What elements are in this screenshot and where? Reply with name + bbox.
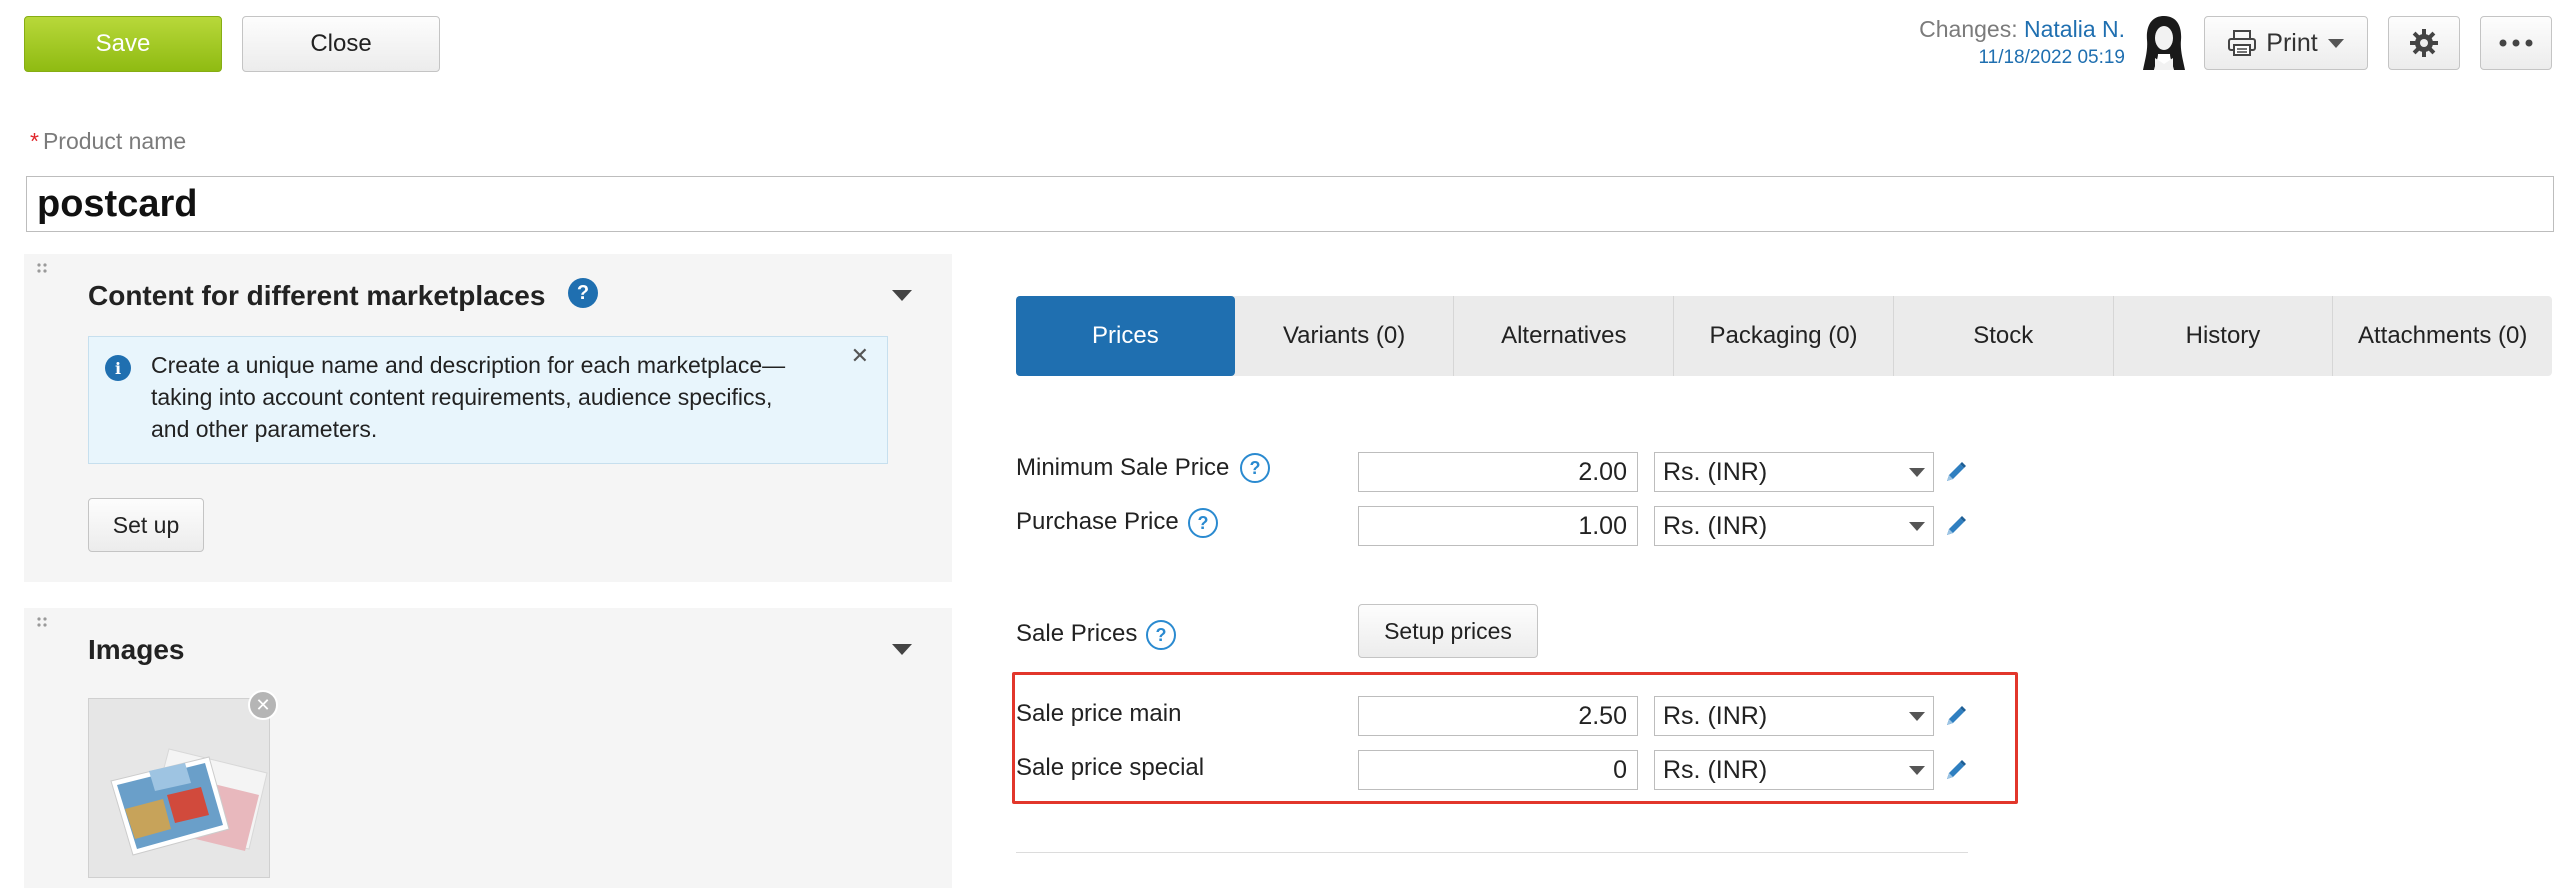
purchase-price-input[interactable]: 1.00 xyxy=(1358,506,1638,546)
help-icon[interactable]: ? xyxy=(1240,453,1270,483)
pencil-icon[interactable] xyxy=(1944,704,1968,728)
caret-down-icon xyxy=(1909,521,1925,531)
tab-variants[interactable]: Variants (0) xyxy=(1235,296,1455,376)
min-sale-currency-select[interactable]: Rs. (INR) xyxy=(1654,452,1934,492)
sale-special-currency-select[interactable]: Rs. (INR) xyxy=(1654,750,1934,790)
sale-price-main-label: Sale price main xyxy=(1016,700,1182,727)
avatar-icon[interactable] xyxy=(2140,14,2188,72)
product-image-thumbnail[interactable] xyxy=(88,698,270,878)
caret-down-icon xyxy=(1909,765,1925,775)
purchase-price-label: Purchase Price xyxy=(1016,508,1179,535)
sale-price-special-label: Sale price special xyxy=(1016,754,1205,781)
print-button[interactable]: Print xyxy=(2204,16,2368,70)
tab-stock[interactable]: Stock xyxy=(1894,296,2114,376)
required-marker: * xyxy=(30,128,39,154)
caret-down-icon xyxy=(1909,467,1925,477)
settings-button[interactable] xyxy=(2388,16,2460,70)
currency-value: Rs. (INR) xyxy=(1663,701,1768,730)
tabs-bar: Prices Variants (0) Alternatives Packagi… xyxy=(1016,296,2552,376)
product-name-label: * Product name xyxy=(30,128,187,154)
pencil-icon[interactable] xyxy=(1944,758,1968,782)
changes-date: 11/18/2022 05:19 xyxy=(1978,47,2125,68)
currency-value: Rs. (INR) xyxy=(1663,457,1768,486)
info-box: i Create a unique name and description f… xyxy=(88,336,888,464)
setup-button[interactable]: Set up xyxy=(88,498,204,552)
tab-packaging[interactable]: Packaging (0) xyxy=(1674,296,1894,376)
setup-prices-button[interactable]: Setup prices xyxy=(1358,604,1538,658)
pencil-icon[interactable] xyxy=(1944,460,1968,484)
tab-alternatives[interactable]: Alternatives xyxy=(1454,296,1675,376)
close-button[interactable]: Close xyxy=(242,16,440,72)
help-icon[interactable]: ? xyxy=(568,278,598,308)
help-icon[interactable]: ? xyxy=(1146,620,1176,650)
tab-attachments[interactable]: Attachments (0) xyxy=(2333,296,2552,376)
divider xyxy=(1016,852,1968,853)
min-sale-price-input[interactable]: 2.00 xyxy=(1358,452,1638,492)
printer-icon xyxy=(2228,30,2257,56)
product-name-input[interactable]: postcard xyxy=(26,176,2554,232)
tab-history[interactable]: History xyxy=(2114,296,2334,376)
sale-main-currency-select[interactable]: Rs. (INR) xyxy=(1654,696,1934,736)
info-icon: i xyxy=(105,355,131,381)
info-text: Create a unique name and description for… xyxy=(151,352,786,442)
currency-value: Rs. (INR) xyxy=(1663,755,1768,784)
caret-down-icon[interactable] xyxy=(892,644,912,655)
save-button[interactable]: Save xyxy=(24,16,222,72)
remove-image-icon[interactable]: ✕ xyxy=(248,690,278,720)
changes-label: Changes: xyxy=(1919,16,2018,42)
min-sale-price-label: Minimum Sale Price xyxy=(1016,454,1230,481)
print-label: Print xyxy=(2266,28,2318,57)
tab-prices[interactable]: Prices xyxy=(1016,296,1235,376)
purchase-currency-select[interactable]: Rs. (INR) xyxy=(1654,506,1934,546)
images-title: Images xyxy=(88,634,185,665)
marketplaces-title: Content for different marketplaces xyxy=(88,280,546,311)
caret-down-icon[interactable] xyxy=(892,290,912,301)
drag-handle-icon[interactable] xyxy=(36,262,48,276)
drag-handle-icon[interactable] xyxy=(36,616,48,630)
sale-price-special-input[interactable]: 0 xyxy=(1358,750,1638,790)
currency-value: Rs. (INR) xyxy=(1663,511,1768,540)
sale-prices-label: Sale Prices xyxy=(1016,620,1138,647)
gear-icon xyxy=(2410,29,2438,57)
more-icon xyxy=(2499,39,2533,47)
changes-info: Changes: Natalia N. 11/18/2022 05:19 xyxy=(1919,16,2125,69)
help-icon[interactable]: ? xyxy=(1188,508,1218,538)
pencil-icon[interactable] xyxy=(1944,514,1968,538)
changes-user-link[interactable]: Natalia N. xyxy=(2024,16,2125,42)
sale-price-main-input[interactable]: 2.50 xyxy=(1358,696,1638,736)
close-icon[interactable]: ✕ xyxy=(851,343,869,369)
more-button[interactable] xyxy=(2480,16,2552,70)
caret-down-icon xyxy=(1909,711,1925,721)
caret-down-icon xyxy=(2327,38,2344,48)
